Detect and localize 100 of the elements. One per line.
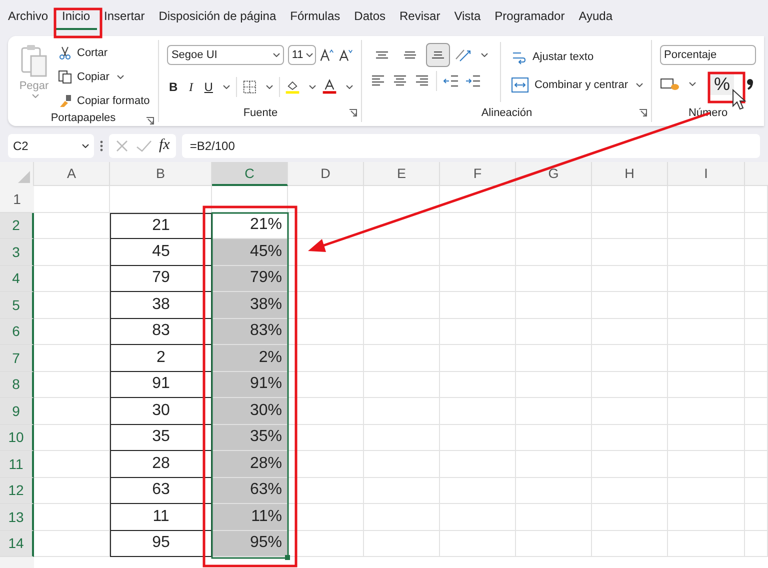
align-top-icon bbox=[374, 51, 390, 59]
table-cell: 28% bbox=[212, 451, 288, 478]
group-label: Portapapeles bbox=[50, 112, 116, 124]
row-header[interactable]: 9 bbox=[0, 398, 34, 424]
table-cell: 79 bbox=[110, 266, 212, 292]
insert-function-button[interactable]: fx bbox=[159, 137, 170, 154]
caret-icon bbox=[32, 94, 39, 98]
row-header[interactable]: 7 bbox=[0, 345, 34, 372]
increase-indent-icon[interactable] bbox=[465, 74, 482, 88]
table-cell bbox=[745, 372, 768, 398]
ribbon-tab[interactable]: Disposición de página bbox=[152, 4, 284, 30]
caret-icon[interactable] bbox=[309, 85, 316, 89]
copy-button[interactable]: Copiar bbox=[58, 66, 150, 88]
table-cell bbox=[745, 318, 768, 345]
table-cell bbox=[745, 398, 768, 424]
caret-icon[interactable] bbox=[481, 53, 488, 57]
grow-font-icon[interactable] bbox=[320, 47, 335, 63]
align-right-icon[interactable] bbox=[414, 74, 430, 88]
column-header[interactable]: D bbox=[288, 162, 364, 186]
currency-icon[interactable] bbox=[660, 76, 680, 92]
row-header[interactable]: 6 bbox=[0, 318, 34, 345]
dialog-launcher-icon[interactable] bbox=[349, 109, 358, 117]
row-header[interactable]: 1 bbox=[0, 186, 34, 212]
column-header[interactable]: E bbox=[364, 162, 440, 186]
table-cell: 35% bbox=[212, 424, 288, 451]
ribbon-tab[interactable]: Revisar bbox=[392, 4, 448, 30]
number-format-dropdown[interactable]: Porcentaje bbox=[660, 45, 756, 65]
name-box[interactable]: C2 bbox=[8, 134, 94, 158]
check-icon[interactable] bbox=[136, 138, 152, 152]
font-size-dropdown[interactable]: 11 bbox=[288, 45, 316, 65]
caret-icon[interactable] bbox=[223, 85, 230, 89]
table-cell: 63 bbox=[110, 478, 212, 504]
formula-field[interactable]: =B2/100 bbox=[182, 134, 760, 158]
row-header[interactable]: 2 bbox=[0, 212, 34, 239]
borders-icon[interactable] bbox=[243, 79, 257, 95]
table-cell: 95 bbox=[110, 530, 212, 557]
decrease-indent-icon[interactable] bbox=[443, 74, 460, 88]
comma-style-icon[interactable] bbox=[746, 77, 754, 91]
table-cell: 30 bbox=[110, 398, 212, 424]
table-cell: 91% bbox=[212, 372, 288, 398]
table-cell bbox=[745, 212, 768, 239]
underline-button[interactable]: U bbox=[202, 80, 214, 94]
caret-icon[interactable] bbox=[266, 85, 273, 89]
table-cell bbox=[745, 478, 768, 504]
ribbon-tab[interactable]: Insertar bbox=[97, 4, 152, 30]
row-header[interactable]: 3 bbox=[0, 239, 34, 266]
merge-center-button[interactable]: Combinar y centrar bbox=[511, 74, 643, 96]
table-cell: 30% bbox=[212, 398, 288, 424]
row-header[interactable]: 13 bbox=[0, 504, 34, 530]
format-painter-button[interactable]: Copiar formato bbox=[58, 90, 150, 112]
row-header[interactable]: 4 bbox=[0, 266, 34, 292]
column-header[interactable]: G bbox=[516, 162, 592, 186]
caret-icon[interactable] bbox=[689, 82, 696, 86]
ribbon-tab[interactable]: Ayuda bbox=[572, 4, 620, 30]
row-header[interactable]: 10 bbox=[0, 424, 34, 451]
font-family-dropdown[interactable]: Segoe UI bbox=[167, 45, 284, 65]
dialog-launcher-icon[interactable] bbox=[639, 109, 647, 117]
bold-button[interactable]: B bbox=[167, 80, 180, 94]
align-center-icon[interactable] bbox=[392, 74, 408, 88]
table-cell: 79% bbox=[212, 266, 288, 292]
align-middle-icon bbox=[402, 51, 418, 59]
more-icon[interactable] bbox=[100, 140, 103, 152]
ribbon-tab[interactable]: Inicio bbox=[55, 4, 98, 30]
row-header[interactable]: 8 bbox=[0, 372, 34, 398]
row-header[interactable]: 14 bbox=[0, 530, 34, 557]
align-bottom-icon bbox=[430, 51, 446, 59]
ribbon-tab[interactable]: Archivo bbox=[8, 4, 56, 30]
font-color-icon[interactable] bbox=[322, 78, 338, 96]
row-header[interactable]: 5 bbox=[0, 292, 34, 318]
caret-icon[interactable] bbox=[117, 75, 124, 79]
scissors-icon bbox=[58, 46, 72, 60]
column-header[interactable]: H bbox=[592, 162, 668, 186]
caret-icon[interactable] bbox=[636, 83, 643, 87]
column-header[interactable]: I bbox=[668, 162, 745, 186]
ribbon-tab[interactable]: Programador bbox=[488, 4, 572, 30]
caret-icon[interactable] bbox=[346, 85, 354, 89]
ribbon-tab[interactable]: Fórmulas bbox=[283, 4, 348, 30]
table-cell: 11 bbox=[110, 504, 212, 530]
row-header[interactable]: 11 bbox=[0, 451, 34, 478]
row-header[interactable]: 12 bbox=[0, 478, 34, 504]
shrink-font-icon[interactable] bbox=[338, 47, 354, 63]
group-label: Fuente bbox=[243, 107, 278, 119]
column-header[interactable]: A bbox=[34, 162, 110, 186]
column-header[interactable]: F bbox=[440, 162, 516, 186]
table-cell bbox=[745, 186, 768, 212]
merge-cells-icon bbox=[511, 77, 530, 93]
caret-icon bbox=[82, 144, 89, 148]
ribbon-tab[interactable]: Vista bbox=[447, 4, 488, 30]
caret-icon bbox=[272, 53, 280, 57]
wrap-text-button[interactable]: Ajustar texto bbox=[511, 46, 643, 68]
cut-button[interactable]: Cortar bbox=[58, 42, 150, 64]
table-cell bbox=[745, 266, 768, 292]
brush-icon bbox=[58, 94, 72, 108]
ribbon-tab[interactable]: Datos bbox=[347, 4, 393, 30]
align-button[interactable] bbox=[426, 43, 450, 67]
align-left-icon[interactable] bbox=[370, 74, 386, 88]
fill-handle[interactable] bbox=[285, 555, 290, 560]
dialog-launcher-icon[interactable] bbox=[146, 117, 154, 125]
column-header[interactable]: C bbox=[212, 162, 288, 186]
italic-button[interactable]: I bbox=[185, 80, 197, 94]
